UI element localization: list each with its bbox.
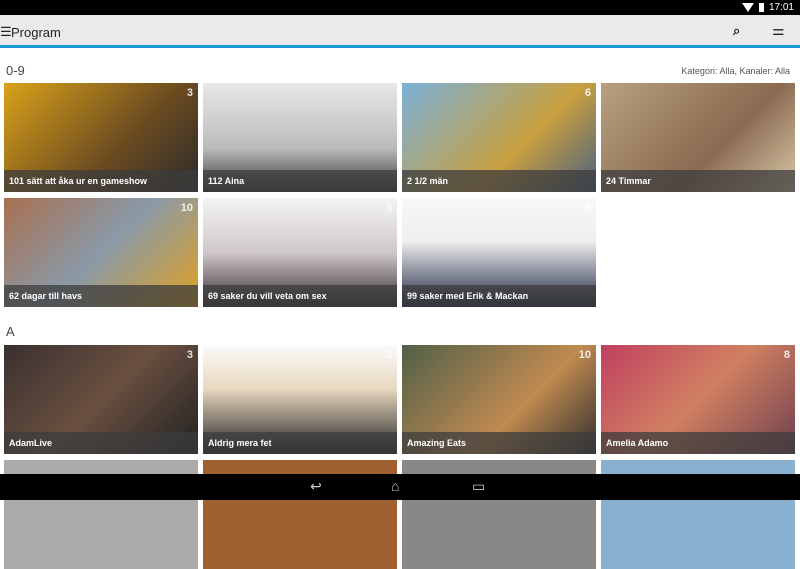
status-bar: 17:01 [0, 0, 800, 15]
clock: 17:01 [768, 2, 794, 13]
channel-logo: 3 [186, 349, 193, 361]
tile-title: Amazing Eats [402, 432, 596, 454]
tile-title: 101 sätt att åka ur en gameshow [4, 170, 198, 192]
program-tile[interactable]: 3 69 saker du vill veta om sex [203, 198, 397, 307]
program-tile[interactable]: 3 AdamLive [4, 345, 198, 454]
filter-info[interactable]: Kategori: Alla, Kanaler: Alla [681, 66, 790, 76]
section-header-a: A [6, 324, 15, 339]
menu-icon[interactable]: ☰ [0, 24, 12, 40]
tile-title: 62 dagar till havs [4, 285, 198, 307]
search-icon[interactable]: ⌕ [733, 23, 740, 39]
home-icon[interactable]: ⌂ [391, 478, 399, 494]
tile-title: Aldrig mera fet [203, 432, 397, 454]
tile-title: 24 Timmar [601, 170, 795, 192]
section-header-0-9: 0-9 [6, 63, 25, 78]
tile-title: 99 saker med Erik & Mackan [402, 285, 596, 307]
channel-logo: 10 [578, 349, 591, 361]
program-tile[interactable]: 3 Aldrig mera fet [203, 345, 397, 454]
channel-logo: 10 [180, 202, 193, 214]
battery-icon [758, 3, 764, 12]
tile-title: 112 Aina [203, 170, 397, 192]
channel-logo: 8 [783, 349, 790, 361]
page-title: Program [11, 25, 61, 40]
filter-icon[interactable]: ⚌ [772, 22, 785, 39]
wifi-icon [741, 3, 754, 12]
program-tile[interactable]: 10 62 dagar till havs [4, 198, 198, 307]
back-icon[interactable]: ↩ [310, 478, 322, 495]
program-tile[interactable]: 10 Amazing Eats [402, 345, 596, 454]
program-tile[interactable]: 112 Aina [203, 83, 397, 192]
channel-logo: 6 [584, 202, 591, 214]
program-tile[interactable]: 8 Amelia Adamo [601, 345, 795, 454]
channel-logo: 6 [584, 87, 591, 99]
channel-logo: 3 [385, 349, 392, 361]
program-tile[interactable]: 6 99 saker med Erik & Mackan [402, 198, 596, 307]
channel-logo: 3 [186, 87, 193, 99]
app-bar: ☰ Program ⌕ ⚌ [0, 15, 800, 48]
tile-title: Amelia Adamo [601, 432, 795, 454]
navigation-bar: ↩ ⌂ ▭ [0, 474, 800, 500]
tile-title: 2 1/2 män [402, 170, 596, 192]
tile-title: AdamLive [4, 432, 198, 454]
tile-title: 69 saker du vill veta om sex [203, 285, 397, 307]
program-tile[interactable]: 6 2 1/2 män [402, 83, 596, 192]
channel-logo: 3 [385, 202, 392, 214]
recents-icon[interactable]: ▭ [472, 478, 485, 495]
program-tile[interactable]: 24 Timmar [601, 83, 795, 192]
program-tile[interactable]: 3 101 sätt att åka ur en gameshow [4, 83, 198, 192]
